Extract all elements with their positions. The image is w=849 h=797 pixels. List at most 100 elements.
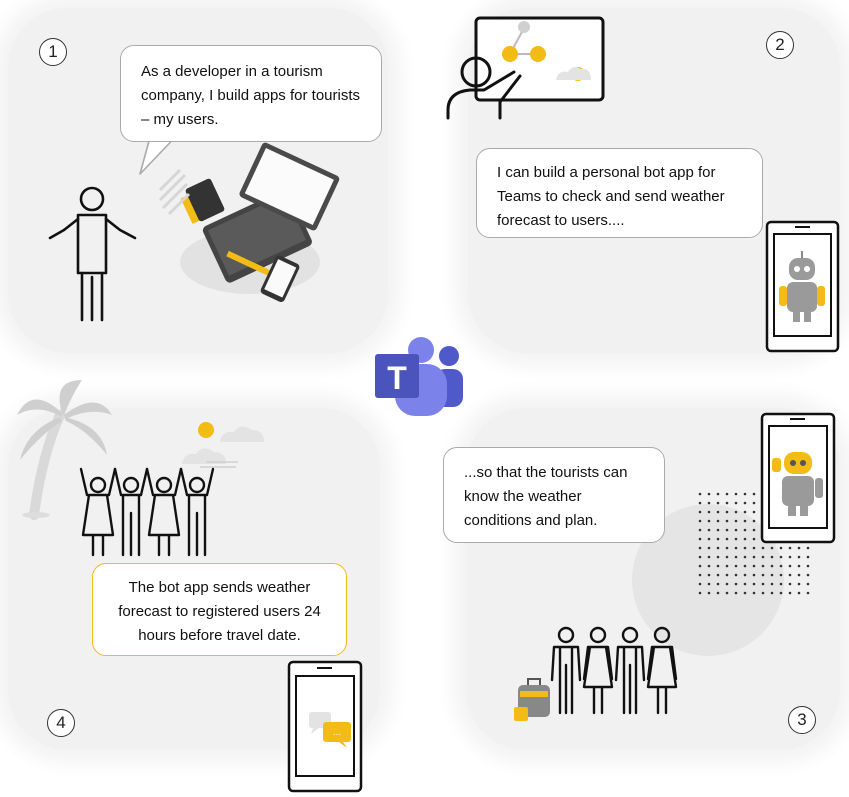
decor-dot (788, 564, 792, 568)
decor-dot (788, 582, 792, 586)
decor-dot (707, 546, 711, 550)
step-number-4: 4 (47, 709, 75, 737)
decor-dot (770, 546, 774, 550)
decor-dot (797, 582, 801, 586)
decor-dot (725, 564, 729, 568)
decor-dot (752, 519, 756, 523)
decor-dot (725, 537, 729, 541)
decor-dot (734, 555, 738, 559)
decor-dot (806, 573, 810, 577)
decor-dot (734, 582, 738, 586)
decor-dot (770, 555, 774, 559)
decor-dot (752, 591, 756, 595)
decor-dot (707, 555, 711, 559)
tourists-group-icon (514, 626, 678, 721)
cheering-people-icon (79, 467, 215, 557)
decor-dot (725, 591, 729, 595)
decor-dot (698, 519, 702, 523)
notification-dots: ... (333, 727, 341, 738)
decor-dot (743, 546, 747, 550)
step-1-bubble: As a developer in a tourism company, I b… (120, 45, 382, 142)
step-number-1: 1 (39, 38, 67, 66)
decor-dot (725, 528, 729, 532)
decor-dot (779, 573, 783, 577)
step-4-bubble: The bot app sends weather forecast to re… (92, 563, 347, 656)
teams-logo-icon: T (375, 337, 463, 416)
decor-dot (752, 546, 756, 550)
decor-dot (698, 573, 702, 577)
decor-dot (698, 492, 702, 496)
decor-dot (707, 501, 711, 505)
decor-dot (707, 573, 711, 577)
luggage-icon (514, 678, 550, 721)
decor-dot (698, 528, 702, 532)
decor-dot (716, 555, 720, 559)
decor-dot (716, 564, 720, 568)
step-number-3: 3 (788, 706, 816, 734)
decor-dot (734, 546, 738, 550)
decor-dot (779, 582, 783, 586)
decor-dot (698, 555, 702, 559)
decor-dot (698, 501, 702, 505)
decor-dot (725, 582, 729, 586)
decor-dot (770, 573, 774, 577)
decor-dot (707, 564, 711, 568)
presenter-whiteboard-icon (446, 16, 605, 120)
step-2-bubble: I can build a personal bot app for Teams… (476, 148, 763, 238)
decor-dot (707, 528, 711, 532)
step-number-2: 2 (766, 31, 794, 59)
decor-dot (752, 582, 756, 586)
decor-dot (734, 510, 738, 514)
decor-dot (734, 573, 738, 577)
decor-dot (725, 501, 729, 505)
decor-dot (716, 537, 720, 541)
decor-dot (743, 510, 747, 514)
decor-dot (725, 573, 729, 577)
decor-dot (761, 591, 765, 595)
decor-dot (734, 564, 738, 568)
decor-dot (788, 546, 792, 550)
decor-dot (707, 582, 711, 586)
decor-dot (770, 564, 774, 568)
decor-dot (698, 564, 702, 568)
decor-dot (707, 519, 711, 523)
decor-dot (761, 546, 765, 550)
decor-dot (761, 564, 765, 568)
decor-dot (797, 555, 801, 559)
decor-dot (806, 582, 810, 586)
decor-dot (716, 528, 720, 532)
decor-dot (725, 510, 729, 514)
decor-dot (743, 492, 747, 496)
decor-dot (698, 591, 702, 595)
decor-dot (806, 591, 810, 595)
decor-dot (698, 546, 702, 550)
decor-dot (752, 537, 756, 541)
decor-dot (779, 564, 783, 568)
decor-dot (797, 591, 801, 595)
decor-dot (743, 519, 747, 523)
developer-person-icon (48, 186, 137, 322)
decor-dot (770, 591, 774, 595)
phone-with-bot-icon-2 (760, 412, 836, 544)
decor-dot (779, 591, 783, 595)
decor-dot (779, 546, 783, 550)
decor-dot (752, 564, 756, 568)
decor-dot (743, 537, 747, 541)
phone-with-bot-icon (765, 220, 840, 353)
laptop-desk-icon (158, 142, 340, 303)
decor-dot (752, 501, 756, 505)
decor-dot (752, 510, 756, 514)
decor-dot (725, 546, 729, 550)
decor-dot (716, 573, 720, 577)
decor-dot (716, 546, 720, 550)
phone-notification-icon: ... (287, 660, 363, 793)
decor-dot (716, 582, 720, 586)
decor-dot (806, 564, 810, 568)
decor-dot (752, 528, 756, 532)
decor-dot (770, 582, 774, 586)
decor-dot (734, 519, 738, 523)
decor-dot (788, 555, 792, 559)
decor-dot (743, 582, 747, 586)
decor-dot (734, 528, 738, 532)
decor-dot (734, 501, 738, 505)
